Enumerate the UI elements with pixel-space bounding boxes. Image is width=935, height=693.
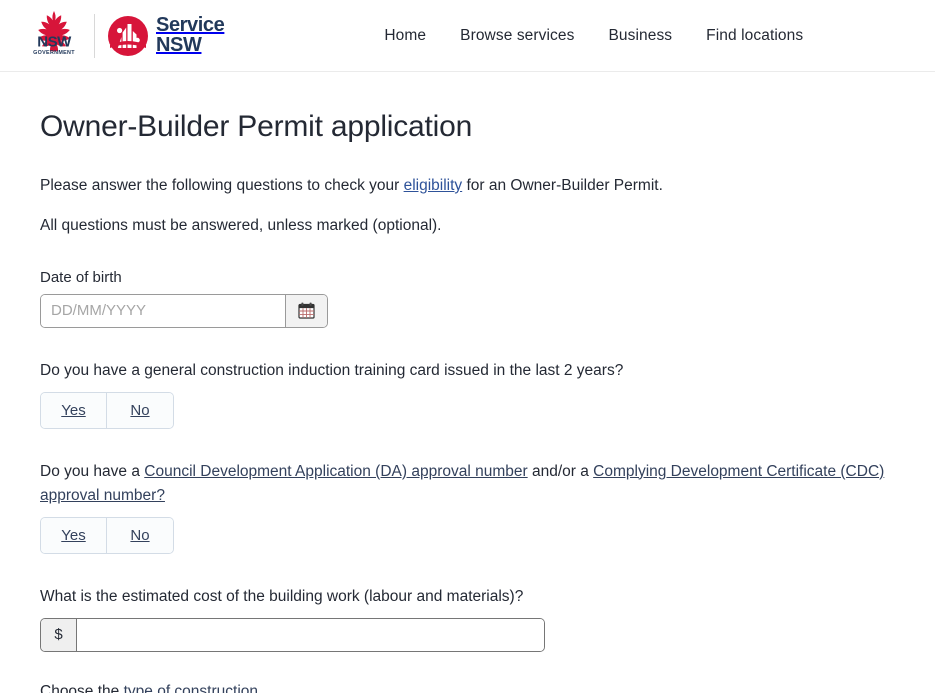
service-nsw-mark-svg	[108, 15, 148, 56]
intro-text-before: Please answer the following questions to…	[40, 177, 404, 194]
type-of-construction-link[interactable]: type of construction	[124, 683, 258, 693]
question-2-text: Do you have a Council Development Applic…	[40, 460, 895, 508]
nav-find-locations[interactable]: Find locations	[706, 27, 803, 45]
main-content: Owner-Builder Permit application Please …	[0, 110, 935, 693]
type-of-construction-paragraph: Choose the type of construction	[40, 683, 895, 693]
service-nsw-logo[interactable]: Service NSW	[107, 13, 225, 57]
nav-home[interactable]: Home	[384, 27, 426, 45]
nav-business[interactable]: Business	[608, 27, 672, 45]
intro-text-after: for an Owner-Builder Permit.	[462, 177, 663, 194]
svg-text:NSW: NSW	[37, 34, 72, 51]
question-1-text: Do you have a general construction induc…	[40, 361, 624, 379]
eligibility-link[interactable]: eligibility	[404, 177, 463, 194]
question-1-yesno-group: Yes No	[40, 391, 174, 429]
nsw-government-logo-svg: NSW GOVERNMENT	[33, 11, 75, 56]
closing-text-before: Choose the	[40, 682, 124, 693]
logo-group: NSW GOVERNMENT Service NSW	[26, 8, 225, 63]
currency-prefix: $	[41, 618, 77, 651]
service-nsw-wordmark-line2: NSW	[156, 33, 202, 56]
page-title: Owner-Builder Permit application	[40, 110, 473, 143]
question-2-yesno-group: Yes No	[40, 516, 174, 554]
date-of-birth-input[interactable]	[41, 294, 285, 327]
service-nsw-wordmark: Service NSW	[156, 13, 225, 56]
intro-paragraph-1: Please answer the following questions to…	[40, 174, 895, 197]
logo-divider	[94, 13, 95, 58]
question-2-text-before: Do you have a	[40, 462, 145, 480]
question-2-yes-button[interactable]: Yes	[41, 517, 107, 553]
question-1-yes-button[interactable]: Yes	[41, 392, 107, 428]
site-header: NSW GOVERNMENT Service NSW Home Browse s…	[0, 0, 935, 72]
estimated-cost-input[interactable]	[77, 618, 544, 651]
intro-paragraph-2: All questions must be answered, unless m…	[40, 217, 442, 235]
nsw-government-logo[interactable]: NSW GOVERNMENT	[26, 8, 82, 63]
question-3-block: What is the estimated cost of the buildi…	[40, 585, 895, 652]
question-2-block: Do you have a Council Development Applic…	[40, 460, 895, 554]
calendar-icon	[298, 302, 315, 319]
svg-text:GOVERNMENT: GOVERNMENT	[33, 50, 75, 56]
date-of-birth-input-group	[40, 293, 328, 328]
calendar-picker-button[interactable]	[285, 294, 327, 327]
estimated-cost-input-group: $	[40, 617, 545, 652]
question-2-no-button[interactable]: No	[107, 517, 173, 553]
date-of-birth-label: Date of birth	[40, 268, 122, 286]
question-3-text: What is the estimated cost of the buildi…	[40, 587, 524, 605]
nav-browse-services[interactable]: Browse services	[460, 27, 574, 45]
question-1-block: Do you have a general construction induc…	[40, 359, 895, 429]
date-of-birth-field: Date of birth	[40, 269, 895, 328]
main-navigation: Home Browse services Business Find locat…	[384, 27, 803, 45]
question-2-text-middle: and/or a	[527, 462, 594, 480]
da-approval-number-link[interactable]: Council Development Application (DA) app…	[144, 463, 527, 480]
service-nsw-wordmark-line1: Service	[156, 13, 225, 36]
question-1-no-button[interactable]: No	[107, 392, 173, 428]
